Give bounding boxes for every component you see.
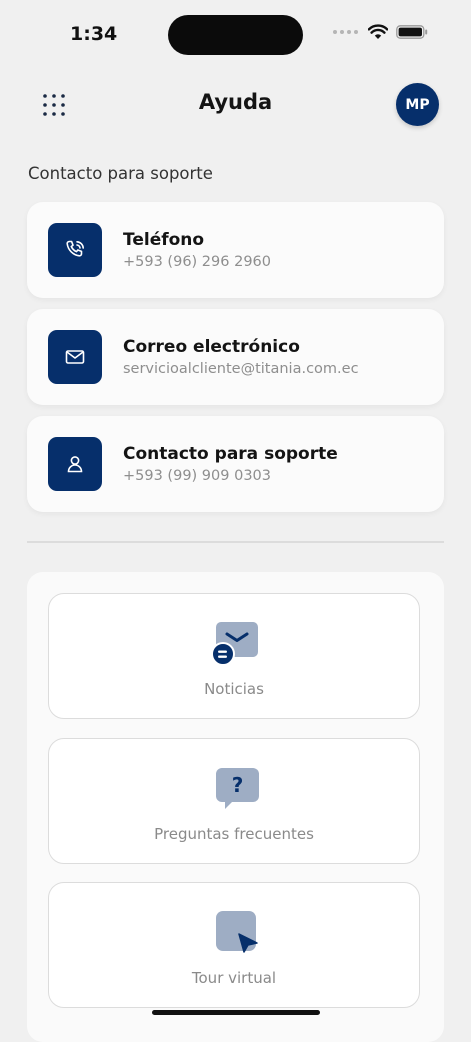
- menu-tile-tour[interactable]: Tour virtual: [48, 882, 420, 1008]
- dynamic-island: [168, 15, 303, 55]
- phone-icon: [48, 223, 102, 277]
- menu-panel: Noticias ? Preguntas frecuentes Tour vir…: [27, 572, 444, 1042]
- status-icons: [333, 24, 428, 40]
- menu-tile-news[interactable]: Noticias: [48, 593, 420, 719]
- contact-card-support[interactable]: Contacto para soporte +593 (99) 909 0303: [27, 416, 444, 512]
- signal-dots-icon: [333, 30, 358, 34]
- mail-icon: [48, 330, 102, 384]
- battery-icon: [396, 25, 428, 39]
- cursor-pointer-icon: [216, 911, 258, 953]
- menu-tile-faq[interactable]: ? Preguntas frecuentes: [48, 738, 420, 864]
- contact-label: Correo electrónico: [123, 337, 300, 357]
- question-bubble-icon: ?: [216, 768, 259, 809]
- news-icon: [211, 622, 258, 666]
- menu-tile-label: Tour virtual: [191, 969, 277, 987]
- contact-card-email[interactable]: Correo electrónico servicioalcliente@tit…: [27, 309, 444, 405]
- menu-tile-label: Noticias: [204, 680, 264, 698]
- wifi-icon: [368, 24, 388, 39]
- section-divider: [27, 541, 444, 543]
- contact-value: +593 (96) 296 2960: [123, 254, 271, 270]
- home-indicator: [152, 1010, 320, 1015]
- contact-section-title: Contacto para soporte: [28, 164, 213, 183]
- menu-tile-label: Preguntas frecuentes: [154, 825, 314, 843]
- app-header: Ayuda MP: [0, 80, 471, 130]
- contact-value: servicioalcliente@titania.com.ec: [123, 361, 359, 377]
- status-bar: 1:34: [0, 0, 471, 70]
- svg-text:?: ?: [232, 773, 244, 797]
- contact-value: +593 (99) 909 0303: [123, 468, 271, 484]
- contact-label: Contacto para soporte: [123, 444, 338, 464]
- user-avatar[interactable]: MP: [396, 83, 439, 126]
- user-icon: [48, 437, 102, 491]
- contact-card-phone[interactable]: Teléfono +593 (96) 296 2960: [27, 202, 444, 298]
- contact-label: Teléfono: [123, 230, 205, 250]
- status-time: 1:34: [70, 23, 118, 45]
